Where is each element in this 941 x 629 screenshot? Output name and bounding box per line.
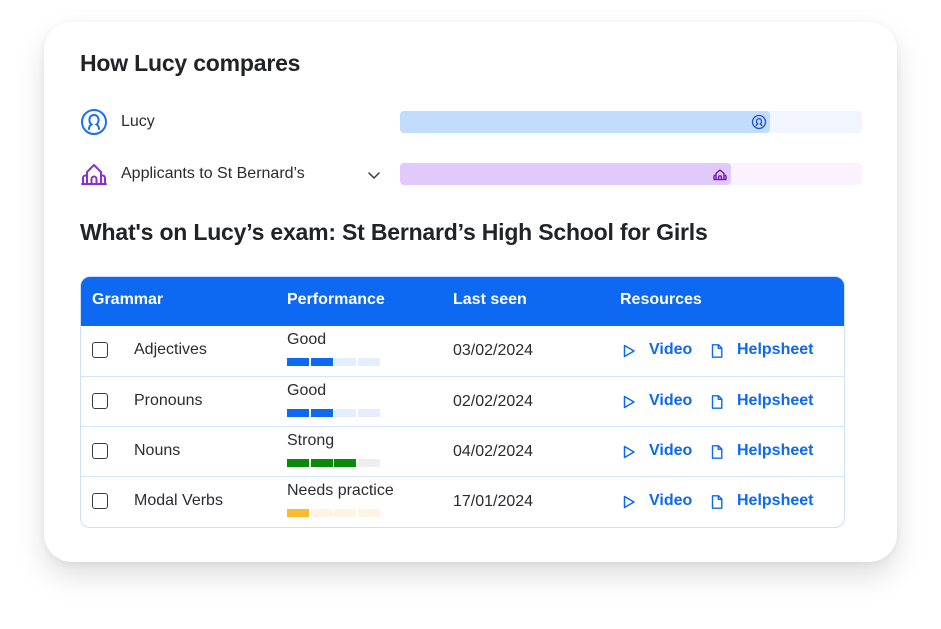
row-checkbox[interactable] [92,393,108,409]
row-checkbox[interactable] [92,493,108,509]
video-link[interactable]: Video [649,492,692,510]
exam-title: What's on Lucy’s exam: St Bernard’s High… [80,219,708,245]
video-link[interactable]: Video [649,442,692,460]
table-row: Modal Verbs Needs practice 17/01/2024 Vi… [81,476,844,527]
comparison-card: How Lucy compares Lucy Applicants to St … [44,22,897,562]
meter-segment-empty [357,358,380,366]
school-icon [81,164,107,185]
applicants-score-fill [400,163,732,185]
meter-segment-filled [287,509,309,517]
person-circle-icon [81,109,107,135]
lucy-score-bar [400,111,862,133]
performance-label: Good [287,382,327,399]
topic-name: Adjectives [134,341,207,358]
play-icon[interactable] [621,494,637,510]
row-checkbox[interactable] [92,443,108,459]
meter-segment-empty [357,459,380,467]
meter-segment-filled [310,358,333,366]
meter-segment-empty [334,358,356,366]
grammar-table: Grammar Performance Last seen Resources … [80,276,845,528]
meter-segment-filled [287,409,309,417]
compare-row-applicants: Applicants to St Bernard’s [80,160,870,190]
lucy-score-fill [400,111,770,133]
last-seen-date: 03/02/2024 [453,342,534,359]
applicants-score-bar [400,163,862,185]
video-link[interactable]: Video [649,392,692,410]
performance-label: Strong [287,432,335,449]
document-icon[interactable] [709,494,725,510]
meter-segment-filled [287,358,309,366]
meter-segment-empty [357,509,380,517]
column-header-grammar[interactable]: Grammar [92,291,163,309]
helpsheet-link[interactable]: Helpsheet [737,392,813,410]
table-header: Grammar Performance Last seen Resources [81,277,844,326]
compare-title: How Lucy compares [80,50,301,76]
play-icon[interactable] [621,444,637,460]
row-checkbox[interactable] [92,342,108,358]
play-icon[interactable] [621,394,637,410]
document-icon[interactable] [709,394,725,410]
helpsheet-link[interactable]: Helpsheet [737,492,813,510]
last-seen-date: 02/02/2024 [453,393,534,410]
meter-segment-empty [334,509,356,517]
meter-segment-filled [287,459,309,467]
chevron-down-icon[interactable] [366,167,382,183]
table-row: Adjectives Good 03/02/2024 Video Helpshe… [81,326,844,376]
helpsheet-link[interactable]: Helpsheet [737,341,813,359]
meter-segment-filled [310,409,333,417]
meter-segment-empty [357,409,380,417]
table-row: Nouns Strong 04/02/2024 Video Helpsheet [81,426,844,477]
document-icon[interactable] [709,343,725,359]
column-header-resources: Resources [620,291,702,308]
topic-name: Pronouns [134,392,203,409]
compare-row-lucy: Lucy [80,108,870,138]
performance-label: Needs practice [287,482,394,499]
meter-segment-filled [334,459,356,467]
table-row: Pronouns Good 02/02/2024 Video Helpsheet [81,376,844,427]
last-seen-date: 04/02/2024 [453,443,534,460]
helpsheet-link[interactable]: Helpsheet [737,442,813,460]
topic-name: Nouns [134,442,181,459]
play-icon[interactable] [621,343,637,359]
compare-label-applicants: Applicants to St Bernard’s [121,165,305,182]
meter-segment-filled [310,459,333,467]
column-header-performance[interactable]: Performance [287,291,385,309]
performance-label: Good [287,331,327,348]
person-marker-icon [751,114,766,130]
column-header-last-seen[interactable]: Last seen [453,291,527,309]
compare-label-lucy: Lucy [121,113,155,130]
meter-segment-empty [334,409,356,417]
school-marker-icon [713,169,727,181]
video-link[interactable]: Video [649,341,692,359]
document-icon[interactable] [709,444,725,460]
meter-segment-empty [310,509,333,517]
topic-name: Modal Verbs [134,492,223,509]
last-seen-date: 17/01/2024 [453,493,534,510]
